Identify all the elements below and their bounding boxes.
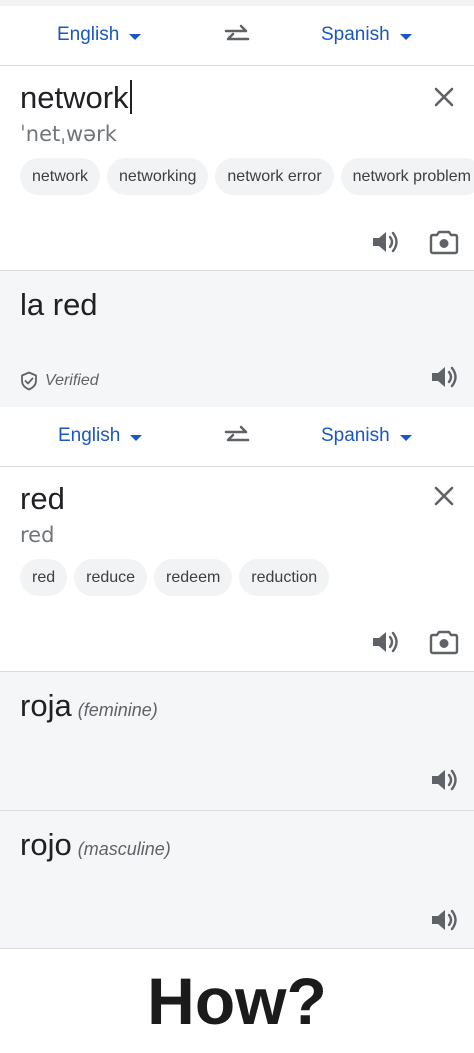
transliteration: ˈnetˌwərk <box>20 122 117 146</box>
language-bar: English Spanish <box>0 407 474 465</box>
language-bar: English Spanish <box>0 6 474 64</box>
gender-label: (feminine) <box>77 700 158 720</box>
transliteration: red <box>20 523 55 547</box>
swap-languages-icon[interactable] <box>222 20 252 50</box>
suggestion-chips: red reduce redeem reduction <box>20 559 330 596</box>
speaker-icon[interactable] <box>370 627 400 657</box>
translation-text: roja (feminine) <box>20 688 158 724</box>
translation-output-panel: la red Verified <box>0 271 474 407</box>
meme-caption: How? <box>147 963 327 1038</box>
camera-icon[interactable] <box>429 627 459 657</box>
suggestion-chip[interactable]: red <box>20 559 68 596</box>
meme-page: English Spanish network ˈnetˌwərk networ… <box>0 0 474 1053</box>
source-language-selector[interactable]: English <box>58 407 143 465</box>
translation-word: roja <box>20 688 72 723</box>
source-text: network <box>20 80 129 115</box>
close-icon[interactable] <box>430 482 458 510</box>
suggestion-chip[interactable]: reduce <box>74 559 148 596</box>
swap-languages-icon[interactable] <box>222 421 252 451</box>
suggestion-chip[interactable]: network problem <box>340 158 474 195</box>
target-language-label: Spanish <box>321 425 390 446</box>
speaker-icon[interactable] <box>429 905 459 935</box>
gender-label: (masculine) <box>77 839 171 859</box>
suggestion-chip[interactable]: networking <box>107 158 209 195</box>
chevron-down-icon <box>130 435 143 441</box>
target-language-selector[interactable]: Spanish <box>321 6 412 64</box>
shield-check-icon <box>21 371 37 391</box>
translation-word: rojo <box>20 827 72 862</box>
camera-icon[interactable] <box>429 227 459 257</box>
source-input-panel: network ˈnetˌwərk network networking net… <box>0 66 474 270</box>
target-language-label: Spanish <box>321 24 390 45</box>
speaker-icon[interactable] <box>429 765 459 795</box>
suggestion-chip[interactable]: redeem <box>154 559 233 596</box>
source-text: red <box>20 481 65 516</box>
suggestion-chip[interactable]: network <box>20 158 101 195</box>
verified-badge: Verified <box>20 371 99 391</box>
source-input-panel: red red red reduce redeem reduction <box>0 467 474 671</box>
speaker-icon[interactable] <box>429 362 459 392</box>
source-language-selector[interactable]: English <box>57 6 142 64</box>
source-text-input[interactable]: network <box>20 80 132 116</box>
chevron-down-icon <box>399 34 412 40</box>
suggestion-chip[interactable]: reduction <box>239 559 330 596</box>
text-cursor <box>129 80 132 114</box>
source-language-label: English <box>57 24 120 45</box>
source-text-input[interactable]: red <box>20 481 65 517</box>
translation-output-panel: rojo (masculine) <box>0 811 474 948</box>
verified-label: Verified <box>45 372 99 389</box>
suggestion-chip[interactable]: network error <box>215 158 334 195</box>
chevron-down-icon <box>399 435 412 441</box>
close-icon[interactable] <box>430 83 458 111</box>
target-language-selector[interactable]: Spanish <box>321 407 412 465</box>
translation-output-panel: roja (feminine) <box>0 672 474 810</box>
translation-text: rojo (masculine) <box>20 827 171 863</box>
translation-text: la red <box>20 287 98 322</box>
speaker-icon[interactable] <box>370 227 400 257</box>
chevron-down-icon <box>129 34 142 40</box>
suggestion-chips: network networking network error network… <box>20 158 474 195</box>
source-language-label: English <box>58 425 121 446</box>
